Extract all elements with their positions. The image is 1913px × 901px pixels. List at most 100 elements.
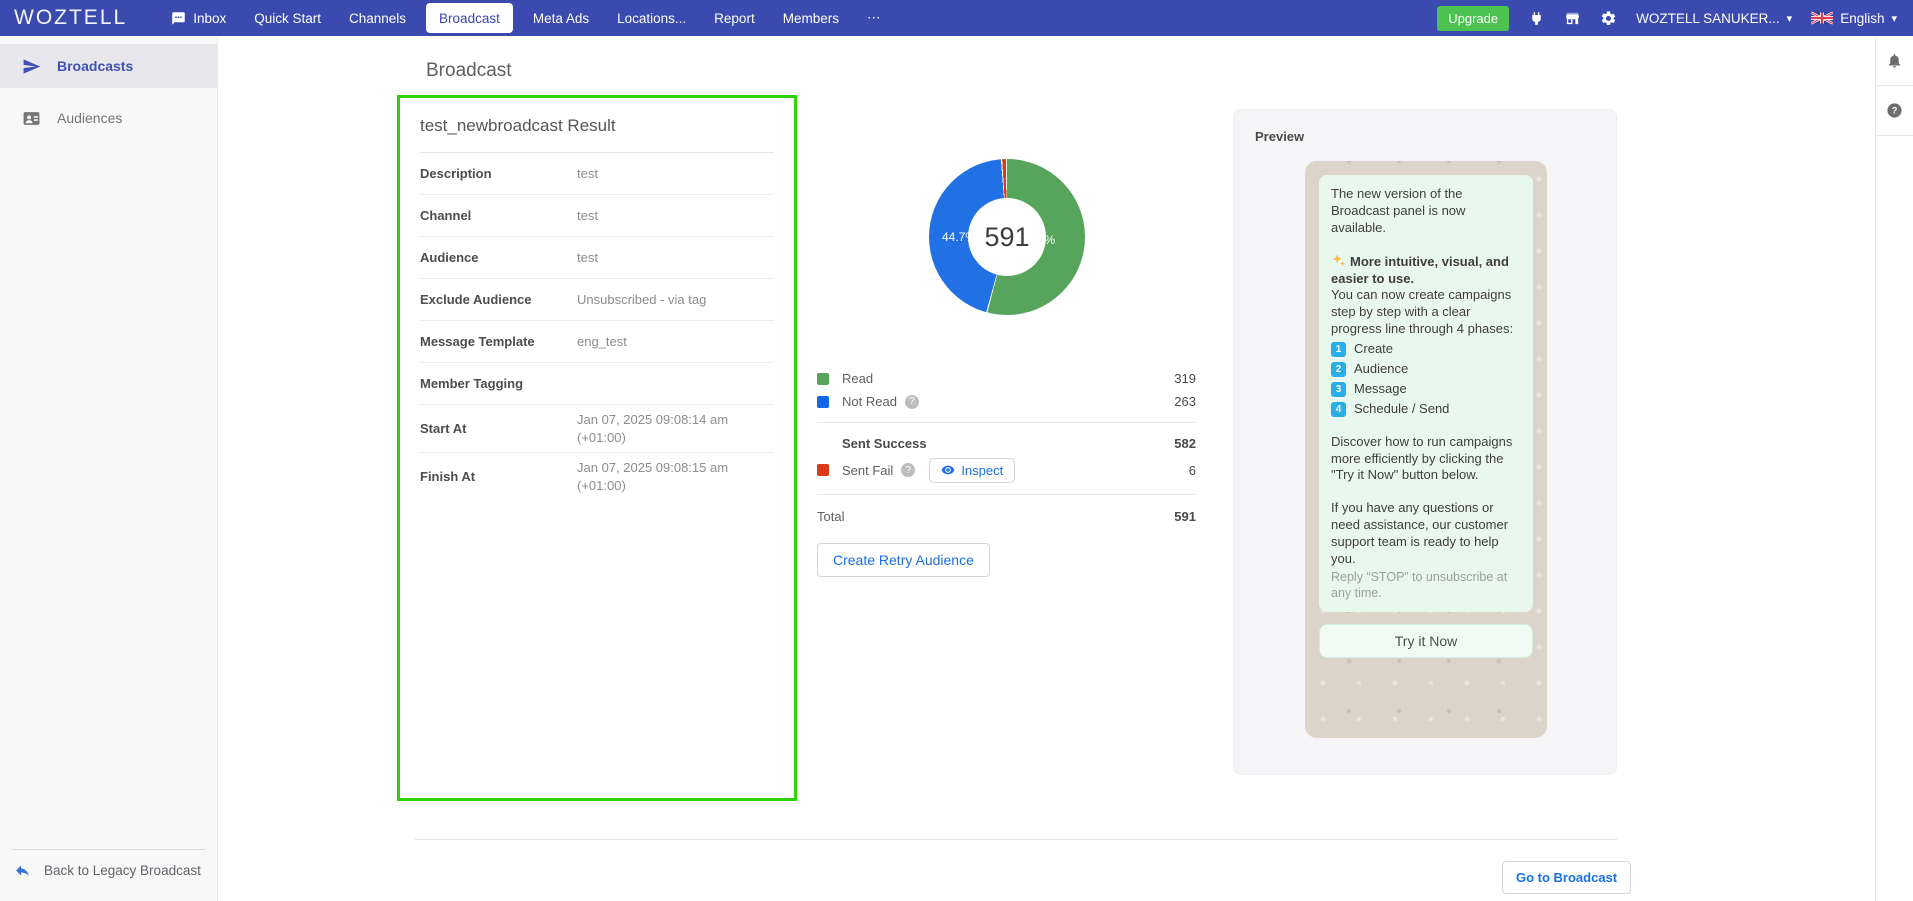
account-name: WOZTELL SANUKER... (1636, 11, 1780, 26)
create-retry-audience-button[interactable]: Create Retry Audience (817, 543, 990, 577)
nav-item-members[interactable]: Members (769, 0, 853, 36)
nav-item-report[interactable]: Report (700, 0, 769, 36)
row-value: Unsubscribed - via tag (577, 291, 774, 309)
headline-text: More intuitive, visual, and easier to us… (1331, 254, 1509, 286)
table-row: Exclude Audience Unsubscribed - via tag (420, 279, 774, 321)
legend-row-sent-fail: Sent Fail ? Inspect 6 (817, 455, 1196, 485)
nav-item-broadcast[interactable]: Broadcast (426, 3, 513, 33)
bell-icon (1886, 52, 1903, 69)
table-row: Message Template eng_test (420, 321, 774, 363)
nav-item-locations[interactable]: Locations... (603, 0, 700, 36)
nav-item-label: Members (783, 11, 839, 26)
nav-item-channels[interactable]: Channels (335, 0, 420, 36)
help-tooltip-icon[interactable]: ? (901, 463, 915, 477)
try-it-now-button[interactable]: Try it Now (1319, 624, 1533, 658)
message-headline: More intuitive, visual, and easier to us… (1331, 253, 1521, 288)
plug-icon[interactable] (1528, 10, 1545, 27)
row-label: Exclude Audience (420, 292, 577, 307)
nav-item-label: Meta Ads (533, 11, 589, 26)
more-ellipsis-icon: ⋯ (867, 10, 881, 26)
legend-label: Sent Fail (842, 463, 893, 478)
step-item: 3 Message (1331, 381, 1521, 398)
legend-divider (817, 494, 1196, 495)
back-label: Back to Legacy Broadcast (44, 863, 201, 878)
chevron-down-icon: ▾ (1891, 12, 1897, 25)
legend-row-total: Total 591 (817, 504, 1196, 528)
nav-item-inbox[interactable]: Inbox (157, 0, 240, 36)
table-row: Member Tagging (420, 363, 774, 405)
sent-fail-swatch (817, 464, 829, 476)
sidebar-divider (12, 849, 205, 850)
preview-title: Preview (1234, 110, 1616, 144)
nav-right-section: Upgrade WOZTELL SANUKER... ▾ English ▾ (1437, 6, 1897, 31)
step-label: Schedule / Send (1354, 401, 1449, 418)
gear-icon[interactable] (1600, 10, 1617, 27)
step-item: 1 Create (1331, 341, 1521, 358)
language-menu[interactable]: English ▾ (1811, 11, 1897, 26)
row-label: Member Tagging (420, 376, 577, 391)
top-navbar: WOZTELL Inbox Quick Start Channels Broad… (0, 0, 1913, 36)
sidebar-item-audiences[interactable]: Audiences (0, 96, 217, 140)
nav-item-meta-ads[interactable]: Meta Ads (519, 0, 603, 36)
nav-item-quick-start[interactable]: Quick Start (240, 0, 335, 36)
uk-flag-icon (1811, 11, 1833, 25)
step-label: Audience (1354, 361, 1408, 378)
nav-item-label: Broadcast (439, 11, 500, 26)
question-mark-icon: ? (1886, 102, 1903, 119)
legend-row-read: Read 319 (817, 367, 1196, 390)
message-paragraph: Discover how to run campaigns more effic… (1331, 434, 1521, 485)
keycap-4-icon: 4 (1331, 402, 1346, 417)
row-value: test (577, 249, 774, 267)
legend-value: 319 (1174, 371, 1196, 386)
legend-row-sent-success: Sent Success 582 (817, 432, 1196, 455)
nav-item-more[interactable]: ⋯ (853, 0, 895, 36)
not-read-swatch (817, 396, 829, 408)
donut-center: 591 (968, 198, 1046, 276)
inspect-label: Inspect (961, 463, 1003, 478)
sidebar-item-broadcasts[interactable]: Broadcasts (0, 44, 217, 88)
app-root: WOZTELL Inbox Quick Start Channels Broad… (0, 0, 1913, 901)
nav-item-label: Report (714, 11, 755, 26)
account-menu[interactable]: WOZTELL SANUKER... ▾ (1636, 11, 1792, 26)
language-label: English (1840, 11, 1884, 26)
chevron-down-icon: ▾ (1787, 12, 1793, 25)
footer-divider (415, 839, 1617, 840)
legend-value: 6 (1189, 463, 1196, 478)
eye-icon (941, 463, 955, 477)
page-title: Broadcast (426, 60, 512, 82)
read-swatch (817, 373, 829, 385)
row-label: Start At (420, 421, 577, 436)
table-row: Description test (420, 153, 774, 195)
help-tooltip-icon[interactable]: ? (905, 395, 919, 409)
svg-text:?: ? (1892, 106, 1898, 116)
table-row: Audience test (420, 237, 774, 279)
keycap-2-icon: 2 (1331, 362, 1346, 377)
id-card-icon (22, 109, 41, 128)
row-label: Channel (420, 208, 577, 223)
row-label: Description (420, 166, 577, 181)
help-button[interactable]: ? (1876, 86, 1913, 136)
donut-total-value: 591 (984, 222, 1029, 253)
message-paragraph: If you have any questions or need assist… (1331, 500, 1521, 568)
row-value: eng_test (577, 333, 774, 351)
back-to-legacy-broadcast-link[interactable]: Back to Legacy Broadcast (0, 862, 217, 901)
sparkles-icon (1331, 253, 1346, 268)
storefront-icon[interactable] (1564, 10, 1581, 27)
row-label: Audience (420, 250, 577, 265)
preview-panel: Preview The new version of the Broadcast… (1233, 109, 1617, 775)
go-to-broadcast-button[interactable]: Go to Broadcast (1502, 861, 1631, 894)
sidebar-item-label: Audiences (57, 110, 122, 126)
keycap-1-icon: 1 (1331, 342, 1346, 357)
reply-arrow-icon (14, 862, 31, 879)
nav-item-label: Channels (349, 11, 406, 26)
sidebar-bottom: Back to Legacy Broadcast (0, 849, 217, 901)
legend-label: Sent Success (842, 436, 927, 451)
nav-item-label: Inbox (193, 11, 226, 26)
sidebar: Broadcasts Audiences Back to Legacy Broa… (0, 36, 218, 901)
legend-value: 582 (1174, 436, 1196, 451)
upgrade-button[interactable]: Upgrade (1437, 6, 1509, 31)
legend-label: Read (842, 371, 873, 386)
inspect-button[interactable]: Inspect (929, 458, 1015, 483)
notifications-bell-button[interactable] (1876, 36, 1913, 86)
utility-strip: ? (1875, 36, 1913, 901)
